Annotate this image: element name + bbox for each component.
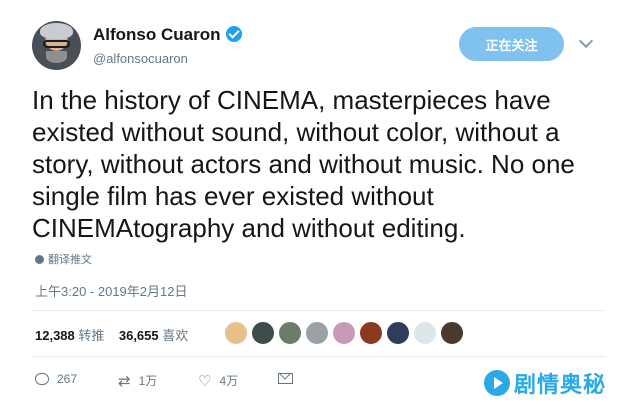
tweet-timestamp[interactable]: 上午3:20 - 2019年2月12日 — [35, 281, 187, 300]
liker-avatar[interactable] — [278, 321, 302, 345]
envelope-icon — [278, 373, 293, 384]
liker-avatar[interactable] — [224, 321, 248, 345]
retweets-count[interactable]: 12,388 — [35, 328, 75, 343]
play-logo-icon — [484, 370, 510, 396]
tweet-text: In the history of CINEMA, masterpieces h… — [32, 85, 575, 243]
liker-avatar[interactable] — [386, 321, 410, 345]
avatar-beard — [46, 51, 67, 63]
verified-badge-icon — [225, 26, 242, 42]
author-name[interactable]: Alfonso Cuaron — [93, 25, 242, 45]
engagement-stats: 12,388 转推 36,655 喜欢 — [35, 325, 188, 344]
retweet-icon: ⇄ — [118, 373, 131, 390]
watermark: 剧情奥秘 — [484, 367, 606, 401]
retweet-count: 1万 — [138, 374, 158, 388]
watermark-text: 剧情奥秘 — [514, 372, 607, 397]
following-button[interactable]: 正在关注 — [459, 27, 564, 61]
author-handle[interactable]: @alfonsocuaron — [93, 51, 188, 66]
likes-count[interactable]: 36,655 — [119, 328, 159, 343]
retweets-label[interactable]: 转推 — [78, 328, 104, 343]
like-button[interactable]: ♡ 4万 — [198, 372, 238, 390]
liker-avatar[interactable] — [359, 321, 383, 345]
likes-label[interactable]: 喜欢 — [162, 328, 188, 343]
chevron-down-icon[interactable] — [578, 33, 594, 49]
avatar-glasses — [43, 40, 70, 48]
liker-avatar[interactable] — [305, 321, 329, 345]
reply-icon — [35, 373, 49, 385]
like-count: 4万 — [219, 374, 239, 388]
retweet-button[interactable]: ⇄ 1万 — [118, 372, 157, 390]
reply-button[interactable]: 267 — [35, 372, 77, 386]
author-avatar[interactable] — [32, 21, 81, 70]
direct-message-button[interactable] — [278, 372, 293, 386]
liker-avatar[interactable] — [413, 321, 437, 345]
liker-avatar[interactable] — [440, 321, 464, 345]
translate-tweet-link[interactable]: 翻译推文 — [35, 251, 92, 267]
liker-avatar[interactable] — [332, 321, 356, 345]
globe-icon — [35, 255, 44, 264]
translate-label[interactable]: 翻译推文 — [48, 254, 92, 266]
divider-bottom — [32, 356, 606, 357]
reply-count: 267 — [57, 372, 78, 386]
author-name-text[interactable]: Alfonso Cuaron — [93, 25, 221, 44]
tweet-header: Alfonso Cuaron @alfonsocuaron 正在关注 — [32, 18, 602, 76]
liker-avatar[interactable] — [251, 321, 275, 345]
divider-top — [32, 310, 606, 311]
avatar-hair — [40, 23, 73, 39]
heart-icon: ♡ — [198, 373, 212, 390]
